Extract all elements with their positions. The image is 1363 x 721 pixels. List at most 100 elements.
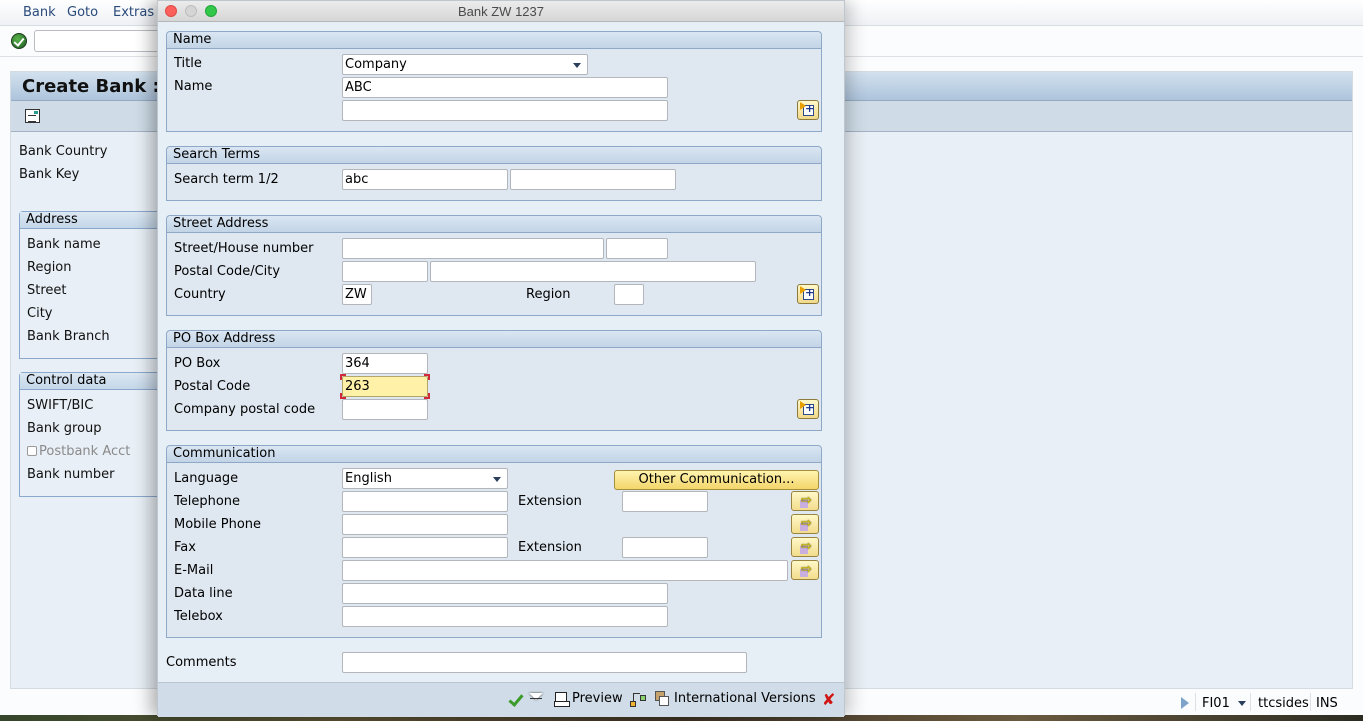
fax-extension-field[interactable] — [622, 537, 708, 558]
email-field[interactable] — [342, 560, 788, 581]
title-select[interactable]: Company — [342, 54, 588, 75]
email-more-button[interactable]: ⇨ — [791, 560, 819, 580]
region-label: Region — [27, 260, 72, 275]
fax-label: Fax — [174, 540, 196, 555]
name-label: Name — [174, 79, 213, 94]
po-box-group: PO Box Address PO Box Postal Code Compan… — [166, 330, 822, 431]
menu-bank[interactable]: Bank — [23, 5, 56, 20]
enter-check-icon[interactable] — [11, 33, 27, 49]
region-label: Region — [526, 287, 571, 302]
print-preview-icon[interactable] — [554, 692, 570, 707]
bank-address-dialog: Bank ZW 1237 Name Title Company Name Sea… — [157, 0, 845, 717]
tel-extension-field[interactable] — [622, 491, 708, 512]
divider — [1310, 693, 1311, 711]
communication-header: Communication — [167, 446, 821, 463]
country-label: Country — [174, 287, 226, 302]
checkbox-box — [27, 446, 37, 456]
more-fields-button[interactable] — [797, 100, 819, 120]
arrow-right-icon: ⇨ — [801, 493, 812, 508]
street-field[interactable] — [342, 238, 604, 259]
dialog-titlebar[interactable]: Bank ZW 1237 — [158, 1, 844, 22]
address-group-header: Address — [20, 212, 178, 229]
more-fields-button[interactable] — [797, 399, 819, 419]
search-term-2-field[interactable] — [510, 169, 676, 190]
menu-goto[interactable]: Goto — [67, 5, 98, 20]
chevron-down-icon[interactable] — [1238, 701, 1246, 706]
postal-code-label: Postal Code — [174, 379, 251, 394]
details-icon[interactable] — [25, 109, 40, 123]
menu-extras[interactable]: Extras — [113, 5, 154, 20]
dialog-title: Bank ZW 1237 — [458, 4, 544, 19]
fax-more-button[interactable]: ⇨ — [791, 537, 819, 557]
language-label: Language — [174, 471, 239, 486]
company-postal-code-label: Company postal code — [174, 402, 316, 417]
telephone-more-button[interactable]: ⇨ — [791, 491, 819, 511]
search-term-1-field[interactable] — [342, 169, 508, 190]
search-terms-group: Search Terms Search term 1/2 — [166, 146, 822, 201]
tel-extension-label: Extension — [518, 494, 582, 509]
comments-label: Comments — [166, 655, 237, 670]
hierarchy-icon[interactable] — [630, 691, 646, 707]
street-house-label: Street/House number — [174, 241, 314, 256]
transaction-code: FI01 — [1202, 696, 1230, 711]
control-data-header: Control data — [20, 373, 178, 390]
title-select-value: Company — [345, 57, 407, 72]
address-group: Address Bank name Region Street City Ban… — [19, 211, 179, 359]
international-versions-icon[interactable] — [655, 691, 670, 707]
telephone-field[interactable] — [342, 491, 508, 512]
other-communication-button[interactable]: Other Communication... — [614, 470, 819, 490]
street-address-header: Street Address — [167, 216, 821, 233]
fax-field[interactable] — [342, 537, 508, 558]
postal-code-field[interactable] — [342, 261, 428, 282]
chevron-down-icon — [493, 477, 501, 482]
name-field[interactable] — [342, 77, 668, 98]
filter-icon[interactable] — [529, 693, 543, 707]
confirm-check-icon[interactable] — [507, 692, 523, 708]
more-fields-button[interactable] — [797, 284, 819, 304]
search-term-label: Search term 1/2 — [174, 172, 279, 187]
po-box-field[interactable] — [342, 353, 428, 374]
title-label: Title — [174, 56, 202, 71]
divider — [1195, 693, 1196, 711]
po-box-header: PO Box Address — [167, 331, 821, 348]
preview-button[interactable]: Preview — [572, 691, 623, 706]
bank-group-label: Bank group — [27, 421, 102, 436]
postbank-acct-checkbox: Postbank Acct — [27, 444, 130, 459]
arrow-right-icon: ⇨ — [801, 516, 812, 531]
email-label: E-Mail — [174, 563, 214, 578]
telebox-label: Telebox — [174, 609, 223, 624]
city-label: City — [27, 306, 53, 321]
insert-mode[interactable]: INS — [1316, 696, 1338, 711]
data-line-field[interactable] — [342, 583, 668, 604]
country-field[interactable] — [342, 284, 372, 305]
mobile-phone-field[interactable] — [342, 514, 508, 535]
cancel-icon[interactable]: ✘ — [822, 690, 835, 709]
name-group: Name Title Company Name — [166, 31, 822, 132]
house-number-field[interactable] — [606, 238, 668, 259]
name2-field[interactable] — [342, 100, 668, 121]
comments-field[interactable] — [342, 652, 747, 673]
postal-city-label: Postal Code/City — [174, 264, 281, 279]
search-terms-header: Search Terms — [167, 147, 821, 164]
flag-icon — [800, 401, 806, 409]
language-select[interactable]: English — [342, 468, 508, 489]
company-postal-code-field[interactable] — [342, 399, 428, 420]
swift-bic-label: SWIFT/BIC — [27, 398, 94, 413]
bank-key-label: Bank Key — [19, 167, 80, 182]
street-label: Street — [27, 283, 67, 298]
bank-country-label: Bank Country — [19, 144, 108, 159]
fax-extension-label: Extension — [518, 540, 582, 555]
flag-icon — [800, 286, 806, 294]
international-versions-button[interactable]: International Versions — [674, 691, 816, 706]
telebox-field[interactable] — [342, 606, 668, 627]
flag-icon — [800, 102, 806, 110]
mobile-more-button[interactable]: ⇨ — [791, 514, 819, 534]
region-field[interactable] — [614, 284, 644, 305]
city-field[interactable] — [430, 261, 756, 282]
control-data-group: Control data SWIFT/BIC Bank group Postba… — [19, 372, 179, 497]
po-postal-code-field[interactable] — [342, 376, 428, 397]
status-expand-icon[interactable] — [1181, 697, 1189, 709]
arrow-right-icon: ⇨ — [801, 562, 812, 577]
communication-group: Communication Language English Other Com… — [166, 445, 822, 638]
command-field[interactable] — [34, 30, 174, 52]
